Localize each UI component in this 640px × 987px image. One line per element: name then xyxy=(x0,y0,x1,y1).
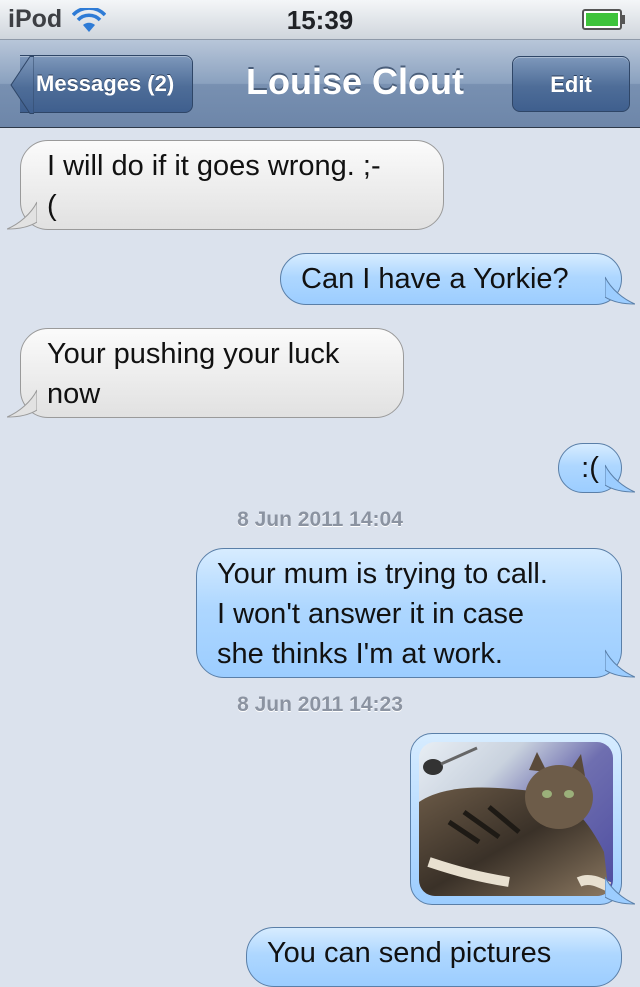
outgoing-message[interactable]: :( xyxy=(558,443,635,493)
back-button-label: Messages (2) xyxy=(20,55,194,113)
status-bar: iPod 15:39 xyxy=(0,0,640,40)
bubble-tail xyxy=(605,276,635,305)
message-text: Your mum is trying to call. I won't answ… xyxy=(217,558,548,670)
battery-icon xyxy=(582,9,625,30)
bubble-tail xyxy=(7,389,37,418)
message-timestamp: 8 Jun 2011 14:04 xyxy=(237,508,403,531)
back-arrow-icon xyxy=(10,56,34,114)
message-timestamp: 8 Jun 2011 14:23 xyxy=(237,693,403,716)
outgoing-message[interactable]: You can send pictures xyxy=(246,927,622,987)
bubble-tail xyxy=(605,464,635,493)
message-text: You can send pictures xyxy=(267,937,552,969)
incoming-message[interactable]: I will do if it goes wrong. ;- ( xyxy=(7,140,444,230)
message-text: Your pushing your luck now xyxy=(47,338,340,410)
cat-photo[interactable] xyxy=(419,742,613,896)
message-text: I will do if it goes wrong. ;- ( xyxy=(47,150,381,222)
clock: 15:39 xyxy=(286,5,354,35)
bubble-tail xyxy=(7,201,37,230)
incoming-message[interactable]: Your pushing your luck now xyxy=(7,328,404,418)
bubble-tail xyxy=(605,876,635,905)
photo-message[interactable] xyxy=(410,733,635,905)
outgoing-message[interactable]: Your mum is trying to call. I won't answ… xyxy=(196,548,635,678)
edit-button[interactable]: Edit xyxy=(512,56,630,112)
navigation-bar: Messages (2) Louise Clout Edit xyxy=(0,40,640,128)
outgoing-message[interactable]: Can I have a Yorkie? xyxy=(280,253,635,305)
messages-back-button[interactable]: Messages (2) xyxy=(10,55,194,114)
message-text: Can I have a Yorkie? xyxy=(301,263,569,295)
cat-image xyxy=(419,746,612,896)
conversation-title: Louise Clout xyxy=(246,61,464,102)
bubble-tail xyxy=(605,649,635,678)
